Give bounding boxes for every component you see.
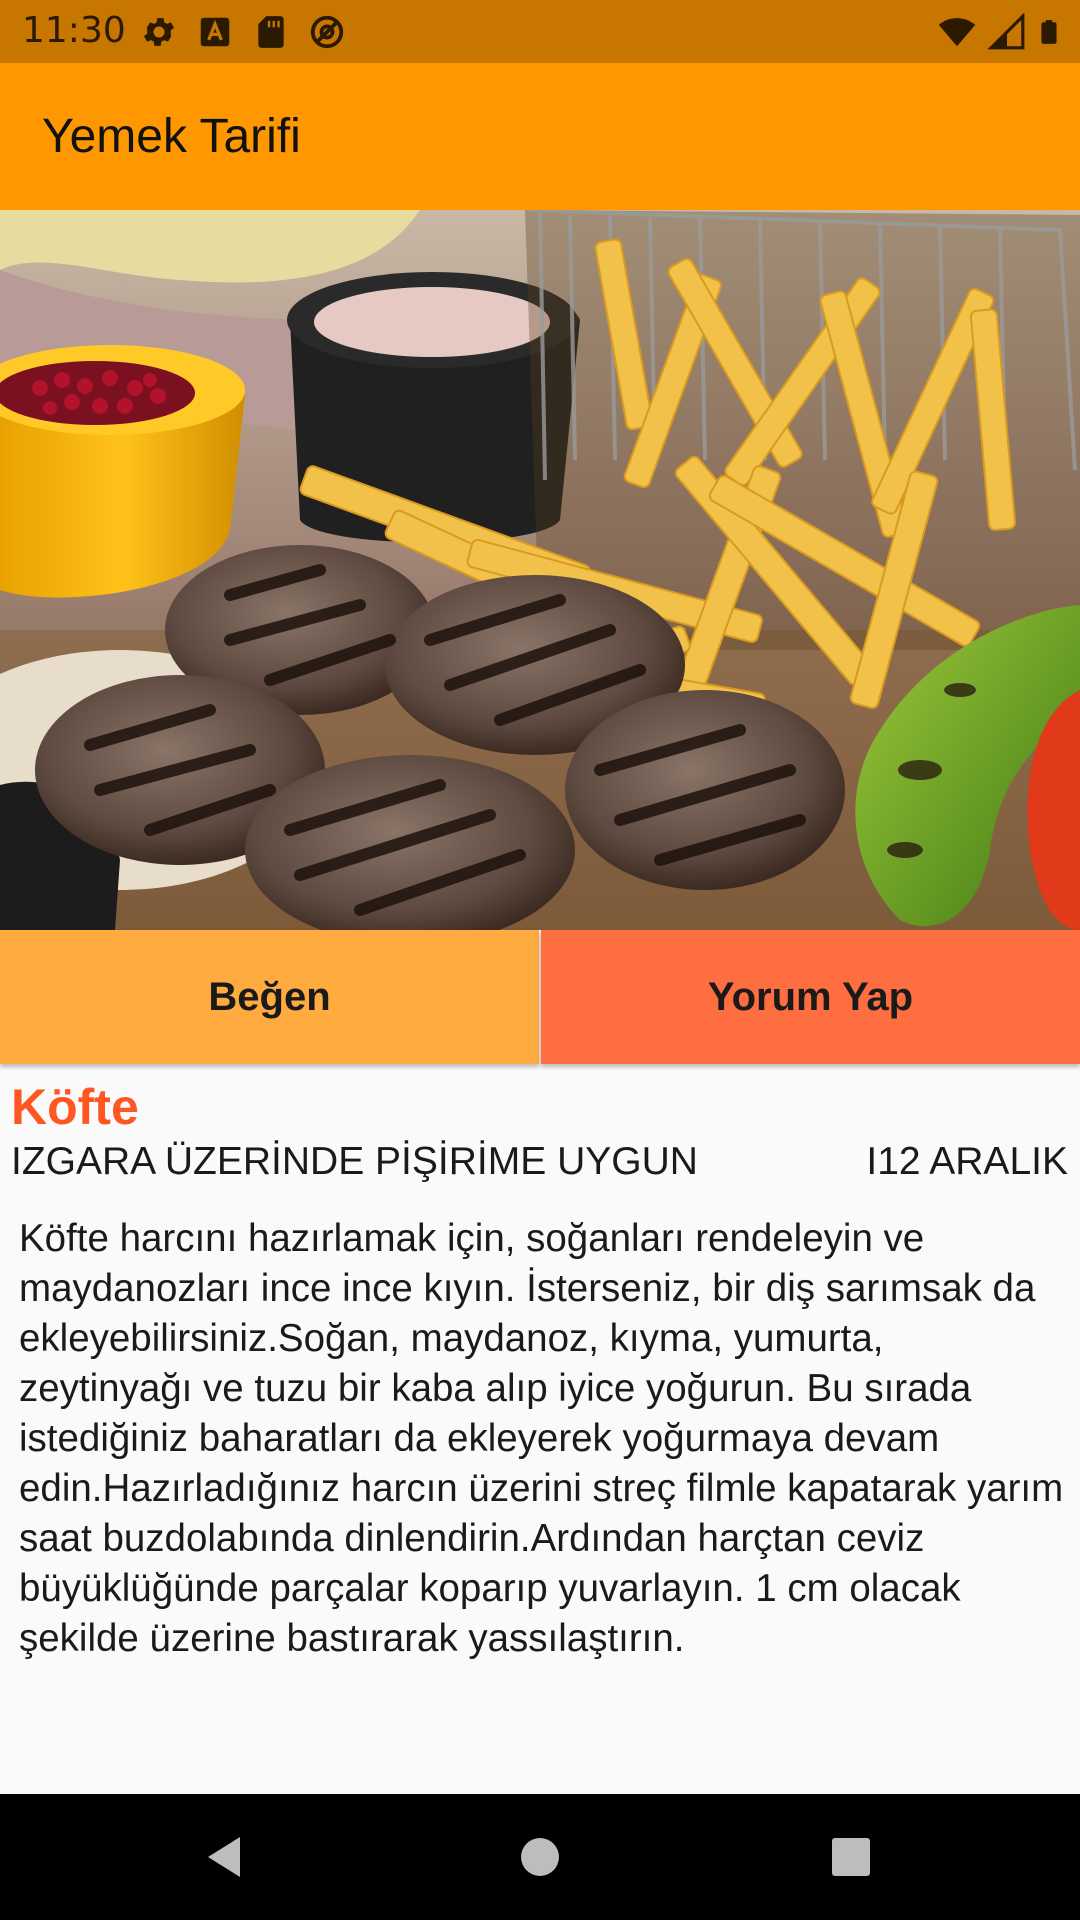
a-icon xyxy=(200,17,230,47)
app-title: Yemek Tarifi xyxy=(42,110,301,163)
status-icons-right xyxy=(936,12,1062,52)
battery-icon xyxy=(1041,20,1057,44)
status-bar: 11:30 xyxy=(0,0,1080,63)
recents-icon[interactable] xyxy=(826,1832,876,1882)
wifi-icon xyxy=(938,18,976,47)
home-icon[interactable] xyxy=(515,1832,565,1882)
comment-button-label: Yorum Yap xyxy=(707,974,914,1019)
status-time: 11:30 xyxy=(22,10,126,51)
recipe-screen: 11:30 Yemek Tarifi Beğen Yorum Yap Köfte… xyxy=(0,0,1080,1920)
back-icon[interactable] xyxy=(200,1832,250,1882)
app-bar: Yemek Tarifi xyxy=(0,63,1080,210)
signal-icon xyxy=(988,13,1025,50)
recipe-image xyxy=(0,210,1080,930)
like-button-label: Beğen xyxy=(208,974,331,1019)
recipe-title: Köfte xyxy=(11,1079,139,1135)
recipe-subtitle: IZGARA ÜZERİNDE PİŞİRİME UYGUN xyxy=(11,1140,698,1183)
recipe-date: I12 ARALIK xyxy=(866,1140,1068,1183)
gear-icon xyxy=(143,18,175,46)
status-icons-left xyxy=(140,12,346,52)
sd-card-icon xyxy=(258,16,284,48)
recipe-description: Köfte harcını hazırlamak için, soğanları… xyxy=(19,1217,1064,1660)
kofte-photo xyxy=(0,210,1080,930)
comment-button[interactable]: Yorum Yap xyxy=(541,930,1080,1064)
navigation-bar xyxy=(0,1794,1080,1920)
at-icon xyxy=(310,15,344,49)
like-button[interactable]: Beğen xyxy=(0,930,539,1064)
